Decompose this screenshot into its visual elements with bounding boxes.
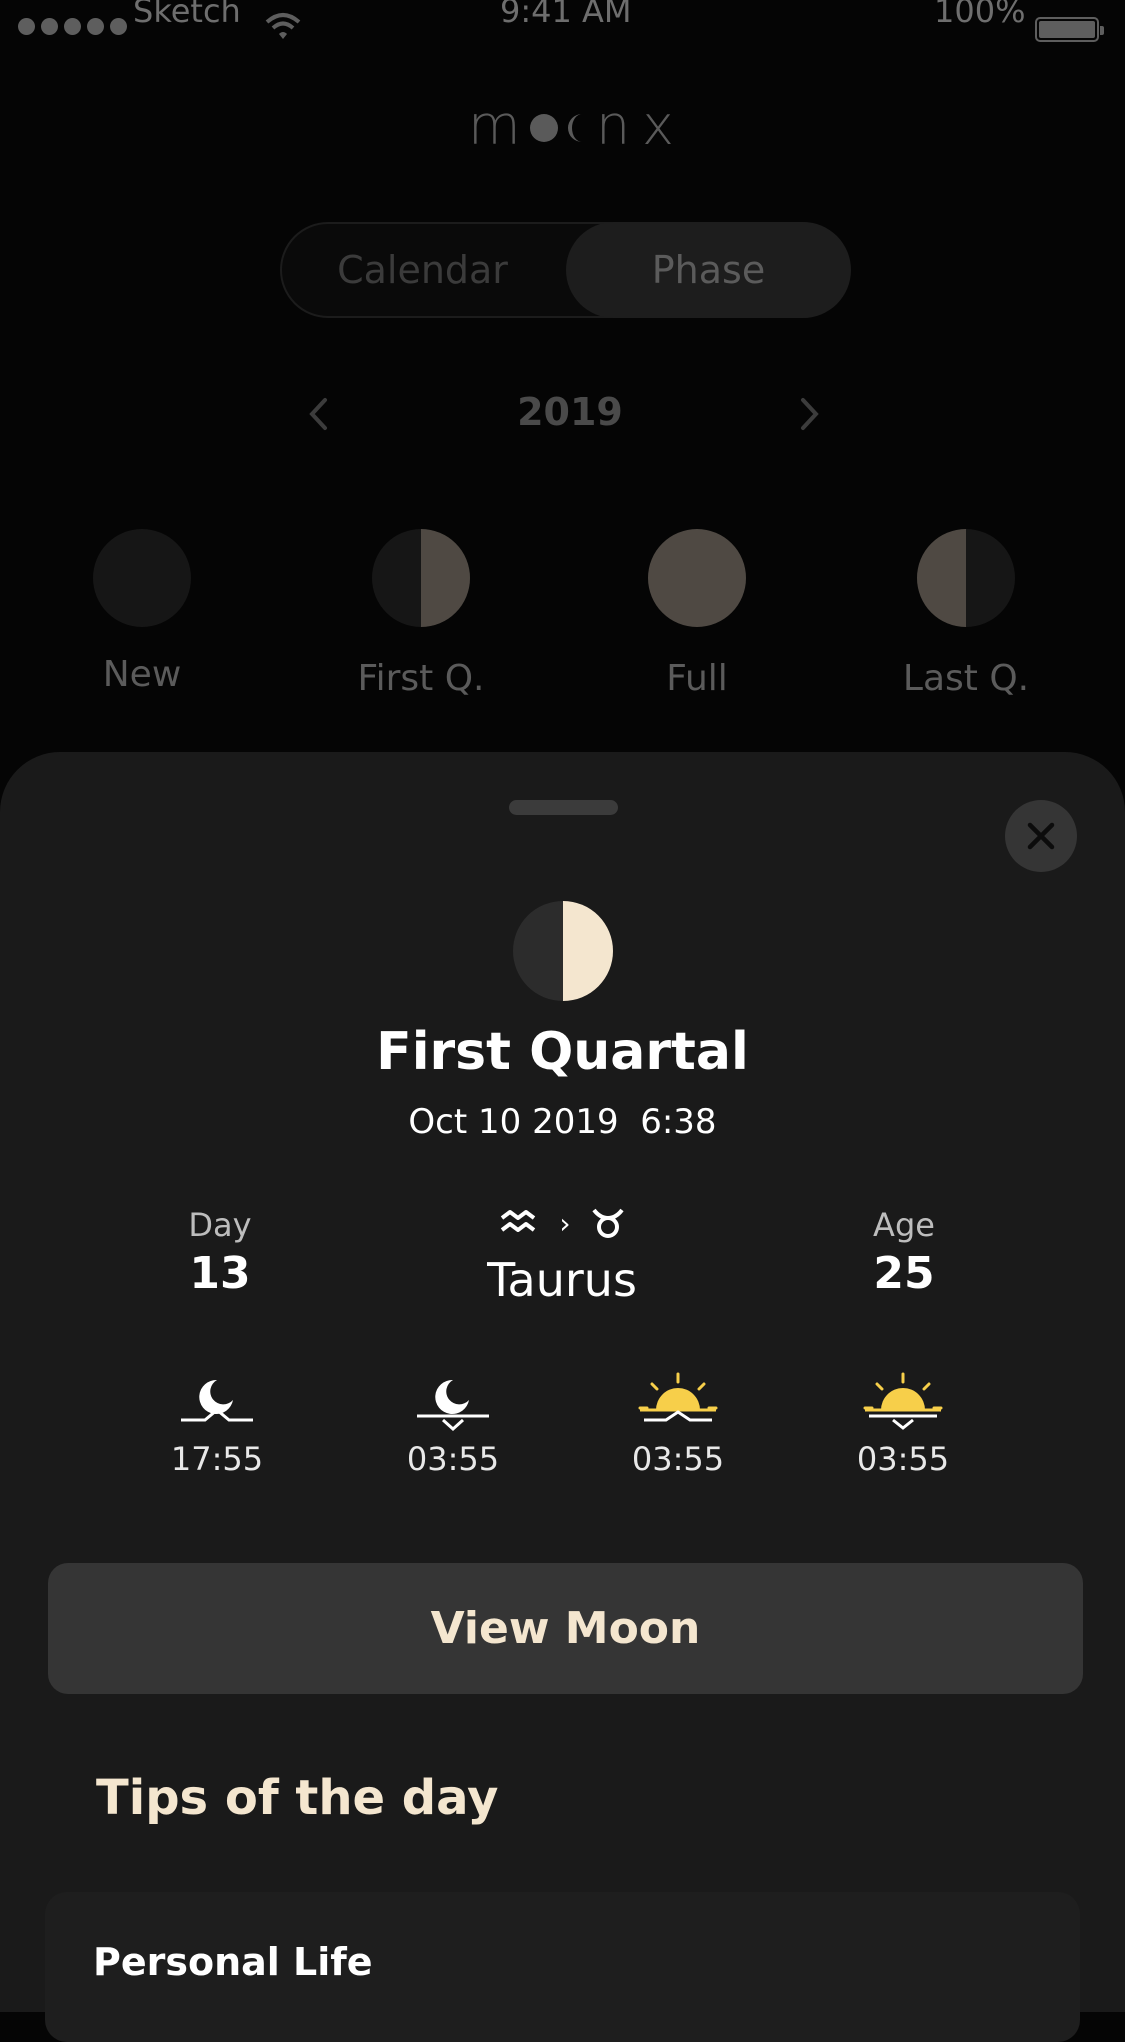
status-bar: Sketch 9:41 AM 100% — [0, 0, 1125, 42]
full-moon-icon — [647, 528, 747, 628]
chevron-right-icon[interactable] — [795, 392, 825, 436]
year-label: 2019 — [517, 390, 623, 434]
age-label: Age — [873, 1206, 935, 1244]
aquarius-icon — [501, 1210, 536, 1232]
phase-item-new[interactable]: New — [62, 528, 222, 695]
view-moon-button[interactable]: View Moon — [48, 1563, 1083, 1694]
sign-transition-arrow: › — [559, 1206, 571, 1240]
phase-item-first-quarter[interactable]: First Q. — [341, 528, 501, 699]
status-time: 9:41 AM — [500, 0, 632, 30]
phase-tab[interactable]: Phase — [566, 222, 851, 318]
first-quarter-moon-icon — [512, 900, 614, 1002]
phase-title: First Quartal — [376, 1022, 749, 1082]
age-stat: Age 25 — [784, 1206, 1024, 1299]
tips-section-title: Tips of the day — [96, 1770, 499, 1826]
sheet-drag-handle[interactable] — [509, 800, 618, 815]
taurus-icon — [591, 1208, 624, 1238]
sunset-time-value: 03:55 — [856, 1440, 950, 1478]
phase-label: Last Q. — [902, 658, 1030, 699]
new-moon-icon — [92, 528, 192, 628]
sunset-time: 03:55 — [823, 1372, 983, 1478]
moonset-time: 03:55 — [373, 1372, 533, 1478]
zodiac-stat: › Taurus — [442, 1203, 682, 1308]
sunrise-icon — [638, 1372, 718, 1422]
day-label: Day — [188, 1206, 252, 1244]
zodiac-sign-name: Taurus — [487, 1253, 637, 1307]
calendar-tab[interactable]: Calendar — [280, 222, 565, 318]
close-button[interactable] — [1005, 800, 1077, 872]
day-stat: Day 13 — [100, 1206, 340, 1299]
phase-label: New — [102, 654, 182, 695]
sunset-icon — [863, 1372, 943, 1430]
last-quarter-moon-icon — [916, 528, 1016, 628]
phase-label: Full — [666, 658, 728, 699]
age-value: 25 — [873, 1248, 935, 1299]
phase-date: Oct 10 2019 6:38 — [408, 1102, 717, 1142]
moonrise-time-value: 17:55 — [170, 1440, 264, 1478]
close-icon — [1027, 822, 1055, 850]
day-value: 13 — [189, 1248, 251, 1299]
sunrise-time-value: 03:55 — [631, 1440, 725, 1478]
svg-text:x: x — [642, 96, 674, 156]
wifi-icon — [264, 12, 302, 50]
phase-label: First Q. — [357, 658, 485, 699]
moonset-icon — [417, 1379, 489, 1432]
phase-item-last-quarter[interactable]: Last Q. — [886, 528, 1046, 699]
moonrise-icon — [181, 1379, 253, 1422]
app-logo: m n x — [468, 94, 678, 157]
first-quarter-moon-icon — [371, 528, 471, 628]
view-mode-segmented-control: Calendar Phase — [280, 222, 851, 318]
chevron-left-icon[interactable] — [303, 392, 333, 436]
sunrise-time: 03:55 — [598, 1372, 758, 1478]
battery-percentage: 100% — [934, 0, 1026, 30]
svg-text:m: m — [468, 96, 521, 156]
battery-icon — [1035, 17, 1104, 42]
phase-item-full[interactable]: Full — [617, 528, 777, 699]
moonset-time-value: 03:55 — [406, 1440, 500, 1478]
carrier-name: Sketch — [133, 0, 241, 30]
tip-card-title: Personal Life — [93, 1940, 373, 1984]
svg-text:n: n — [596, 96, 630, 156]
moonrise-time: 17:55 — [137, 1372, 297, 1478]
signal-strength-icon — [18, 18, 127, 35]
